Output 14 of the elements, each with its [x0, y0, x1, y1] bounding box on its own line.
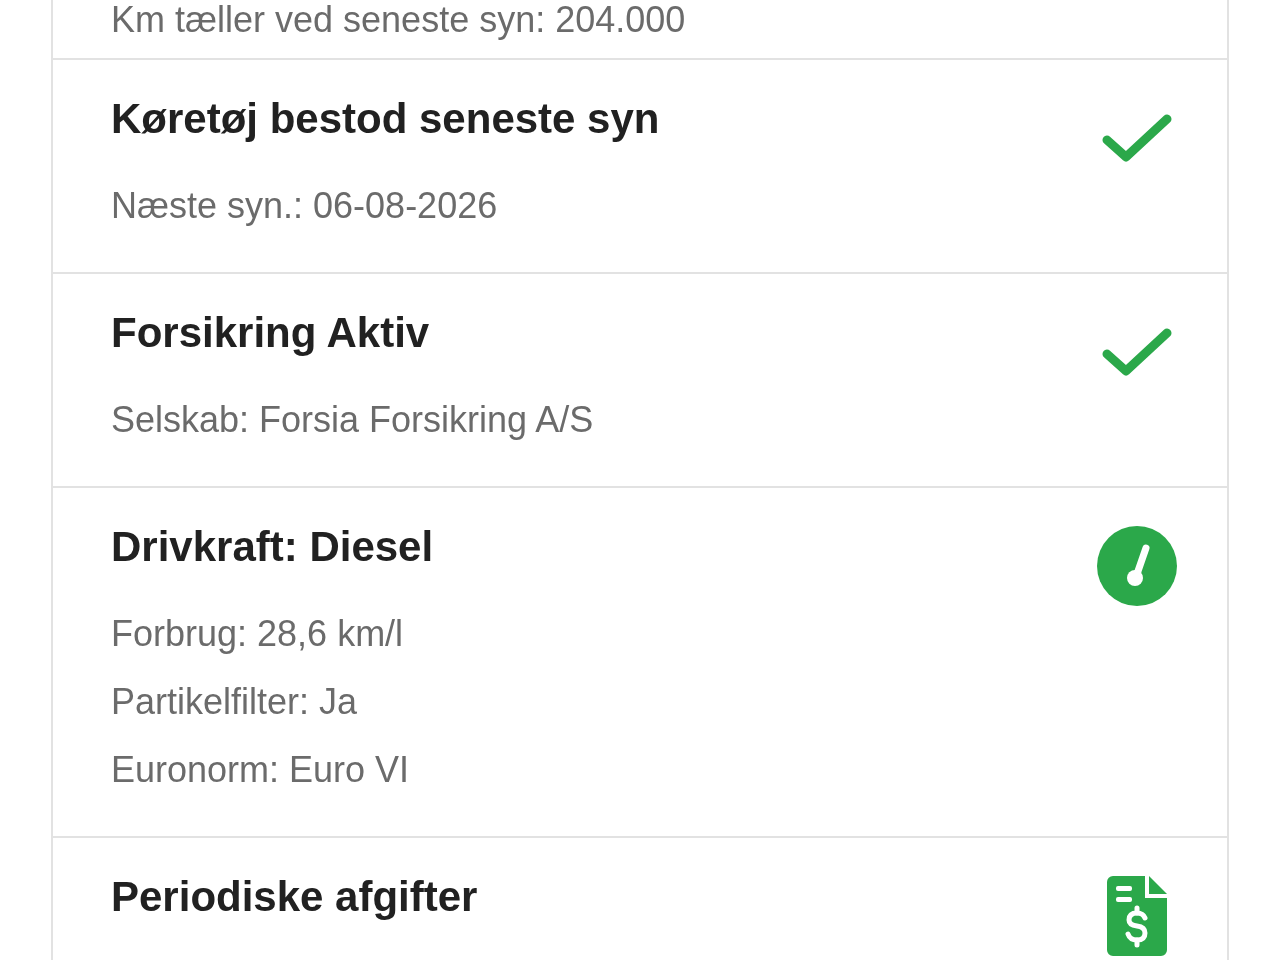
invoice-icon [1107, 876, 1167, 956]
item-title: Drivkraft: Diesel [111, 523, 434, 571]
gauge-icon [1097, 526, 1177, 606]
item-detail: Euronorm: Euro VI [111, 748, 411, 792]
checkmark-icon [1102, 113, 1172, 163]
item-detail: Partikelfilter: Ja [111, 680, 359, 724]
item-detail: Selskab: Forsia Forsikring A/S [111, 398, 594, 442]
item-detail: Forbrug: 28,6 km/l [111, 612, 405, 656]
item-detail: Km tæller ved seneste syn: 204.000 [111, 0, 686, 40]
item-title: Periodiske afgifter [111, 873, 478, 921]
item-title: Forsikring Aktiv [111, 309, 431, 357]
checkmark-icon [1102, 327, 1172, 377]
item-detail: Næste syn.: 06-08-2026 [111, 184, 499, 228]
item-title: Køretøj bestod seneste syn [111, 95, 660, 143]
